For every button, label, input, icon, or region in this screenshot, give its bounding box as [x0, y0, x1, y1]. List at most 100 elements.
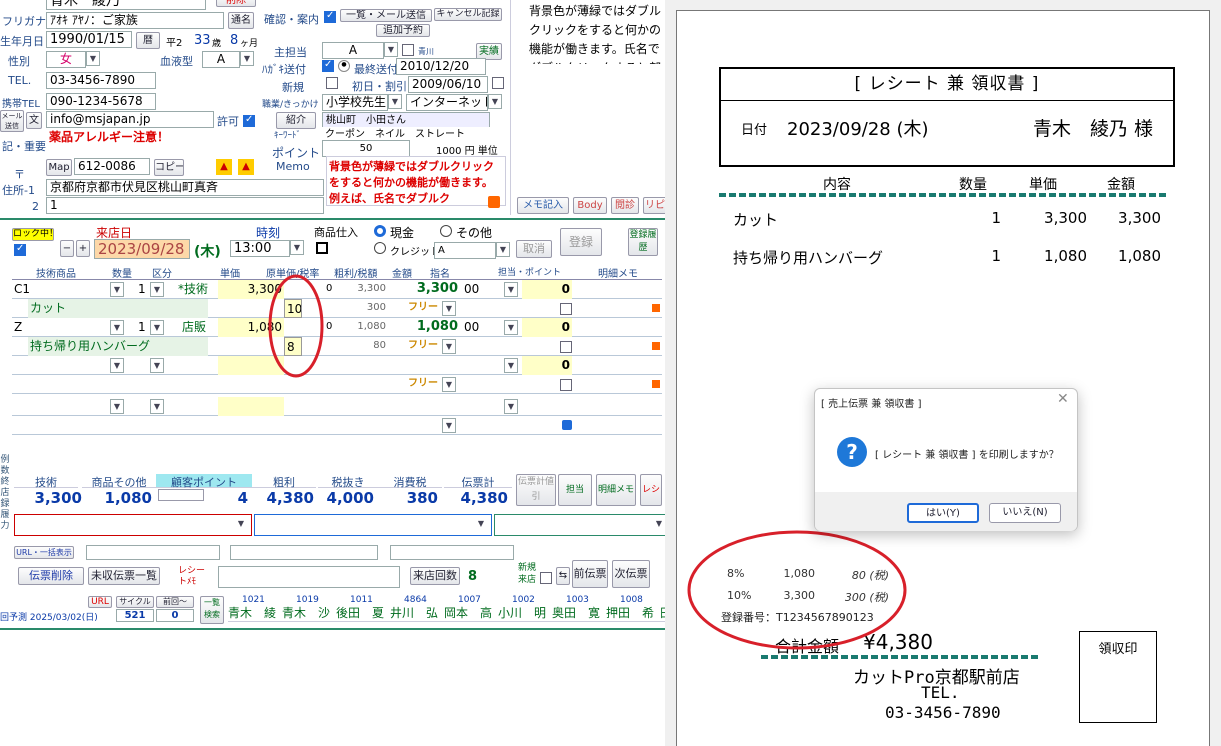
row1-points[interactable]: 0 [522, 280, 572, 299]
memo-entry-button[interactable]: メモ記入 [517, 197, 569, 214]
url-show-all-button[interactable]: URL・一括表示 [14, 546, 74, 559]
row6-free-dropdown[interactable]: ▼ [442, 377, 456, 392]
delete-slip-button[interactable]: 伝票削除 [18, 567, 84, 585]
slip-reduction-button[interactable]: 伝票計値引 [516, 474, 556, 506]
customer-name-link[interactable]: 奥田 寛 [552, 604, 606, 622]
row1-code-dropdown[interactable]: ▼ [110, 282, 124, 297]
select-3-dropdown[interactable]: ▼ [652, 517, 665, 532]
select-2[interactable] [254, 514, 492, 536]
history-button[interactable]: 登録履歴 [628, 228, 658, 256]
sex-dropdown-icon[interactable]: ▼ [86, 51, 100, 66]
row6-checkbox[interactable] [560, 379, 572, 391]
customer-name-link[interactable]: 井川 弘 [390, 604, 444, 622]
confirm-checkbox[interactable] [324, 10, 336, 23]
staff-dropdown-icon[interactable]: ▼ [384, 42, 398, 57]
date-prev-button[interactable]: − [60, 240, 74, 257]
time-dropdown-icon[interactable]: ▼ [290, 240, 304, 255]
trigger-field[interactable]: インターネット [406, 94, 488, 111]
row5-points[interactable]: 0 [522, 356, 572, 375]
first-date-field[interactable]: 2009/06/10 [408, 76, 488, 93]
lock-checkbox[interactable] [14, 243, 26, 256]
name-field[interactable]: 青木 綾乃 [46, 0, 206, 10]
address-up-icon-2[interactable]: ▲ [238, 159, 254, 175]
up-staff-button[interactable]: 担当 [558, 474, 592, 506]
row3-code-dropdown[interactable]: ▼ [110, 320, 124, 335]
blood-dropdown-icon[interactable]: ▼ [240, 51, 254, 66]
trigger-dropdown-icon[interactable]: ▼ [488, 94, 502, 109]
table-row[interactable]: ▼ ▼ ▼ [12, 397, 662, 416]
no-button[interactable]: いいえ(N) [989, 503, 1061, 523]
table-row[interactable]: ▼ [12, 416, 662, 435]
visit-date-field[interactable]: 2023/09/28 [94, 239, 190, 259]
row3-points[interactable]: 0 [522, 318, 572, 337]
right-memo-text[interactable]: 背景色が薄緑ではダブルクリックをすると何かの機能が働きます。氏名でダブルクリック… [529, 2, 665, 64]
mobile-field[interactable]: 090-1234-5678 [46, 93, 156, 110]
url-field-3[interactable] [390, 545, 514, 560]
zip-field[interactable]: 612-0086 [74, 158, 150, 175]
select-3[interactable] [494, 514, 665, 536]
mail-send-label[interactable]: メール送信 [0, 110, 24, 132]
select-2-dropdown[interactable]: ▼ [474, 517, 488, 532]
next-slip-button[interactable]: 次伝票 [612, 560, 650, 588]
row2-free-dropdown[interactable]: ▼ [442, 301, 456, 316]
row7-price[interactable] [218, 397, 284, 416]
cash-radio[interactable] [374, 225, 386, 237]
birth-field[interactable]: 1990/01/15 [46, 31, 132, 48]
row6-free[interactable]: フリー [406, 375, 440, 394]
row4-free-dropdown[interactable]: ▼ [442, 339, 456, 354]
cancel-record-button[interactable]: キャンセル記録 [434, 8, 502, 21]
swap-icon[interactable]: ⇆ [556, 567, 570, 585]
body-button[interactable]: Body [573, 197, 607, 214]
ri-button[interactable]: リピ [643, 197, 665, 214]
calendar-button[interactable]: 暦 [136, 32, 160, 49]
row5-nominate-dropdown[interactable]: ▼ [504, 358, 518, 373]
select-1[interactable] [14, 514, 252, 536]
staff-select[interactable]: A [322, 42, 384, 59]
mail-compose-button[interactable]: 文 [26, 112, 42, 129]
row1-code[interactable]: C1 [12, 280, 108, 299]
row7-qty-dropdown[interactable]: ▼ [150, 399, 164, 414]
search-list-button[interactable]: 一覧検索 [200, 596, 224, 624]
row2-free[interactable]: フリー [406, 299, 440, 318]
add-booking-button[interactable]: 追加予約 [376, 24, 430, 37]
row2-memo-icon[interactable] [652, 304, 660, 312]
customer-name-link[interactable]: 後田 夏 [336, 604, 390, 622]
row3-nominate-dropdown[interactable]: ▼ [504, 320, 518, 335]
yes-button[interactable]: はい(Y) [907, 503, 979, 523]
table-row[interactable]: Z ▼ 1 ▼ 店販 1,080 0 1,080 1,080 00 ▼ 0 [12, 318, 662, 337]
copy-button[interactable]: コピー [154, 159, 184, 176]
address-up-icon[interactable]: ▲ [216, 159, 232, 175]
list-mail-button[interactable]: 一覧・メール送信 [340, 9, 432, 22]
memo-field[interactable]: 背景色が薄緑ではダブルクリックをすると何かの機能が働きます。例えば、氏名でダブル… [326, 156, 506, 206]
row5-qty-dropdown[interactable]: ▼ [150, 358, 164, 373]
credit-radio[interactable] [374, 242, 386, 254]
select-1-dropdown[interactable]: ▼ [234, 517, 248, 532]
intro-button[interactable]: 紹介 [276, 112, 316, 129]
cancel-button[interactable]: 取消 [516, 240, 552, 258]
row8-blue-marker[interactable] [562, 420, 572, 430]
tel-field[interactable]: 03-3456-7890 [46, 72, 156, 89]
important-memo-field[interactable]: 薬品アレルギー注意！ [46, 129, 256, 154]
blood-select[interactable]: A [202, 51, 240, 68]
row4-free[interactable]: フリー [406, 337, 440, 356]
table-row[interactable]: C1 ▼ 1 ▼ *技術 3,300 0 3,300 3,300 00 ▼ 0 [12, 280, 662, 299]
url-field-1[interactable] [86, 545, 220, 560]
sex-select[interactable]: 女 [46, 51, 86, 68]
row3-qty-dropdown[interactable]: ▼ [150, 320, 164, 335]
table-row[interactable]: 持ち帰り用ハンバーグ 8 80 フリー ▼ [12, 337, 662, 356]
cycle-button[interactable]: サイクル [116, 596, 154, 608]
row5-code-dropdown[interactable]: ▼ [110, 358, 124, 373]
row3-code[interactable]: Z [12, 318, 108, 337]
url-button[interactable]: URL [88, 596, 112, 608]
first-checkbox[interactable] [492, 77, 504, 89]
credit-dropdown-icon[interactable]: ▼ [496, 242, 510, 257]
map-button[interactable]: Map [46, 159, 72, 176]
row7-code-dropdown[interactable]: ▼ [110, 399, 124, 414]
email-field[interactable]: info@msjapan.jp [46, 111, 214, 128]
memo-edit-icon[interactable] [488, 196, 500, 208]
permit-checkbox[interactable] [243, 114, 255, 127]
occupation-dropdown-icon[interactable]: ▼ [388, 94, 402, 109]
staff-checkbox[interactable] [402, 44, 414, 56]
purchase-checkbox[interactable] [316, 242, 328, 254]
url-field-2[interactable] [230, 545, 378, 560]
